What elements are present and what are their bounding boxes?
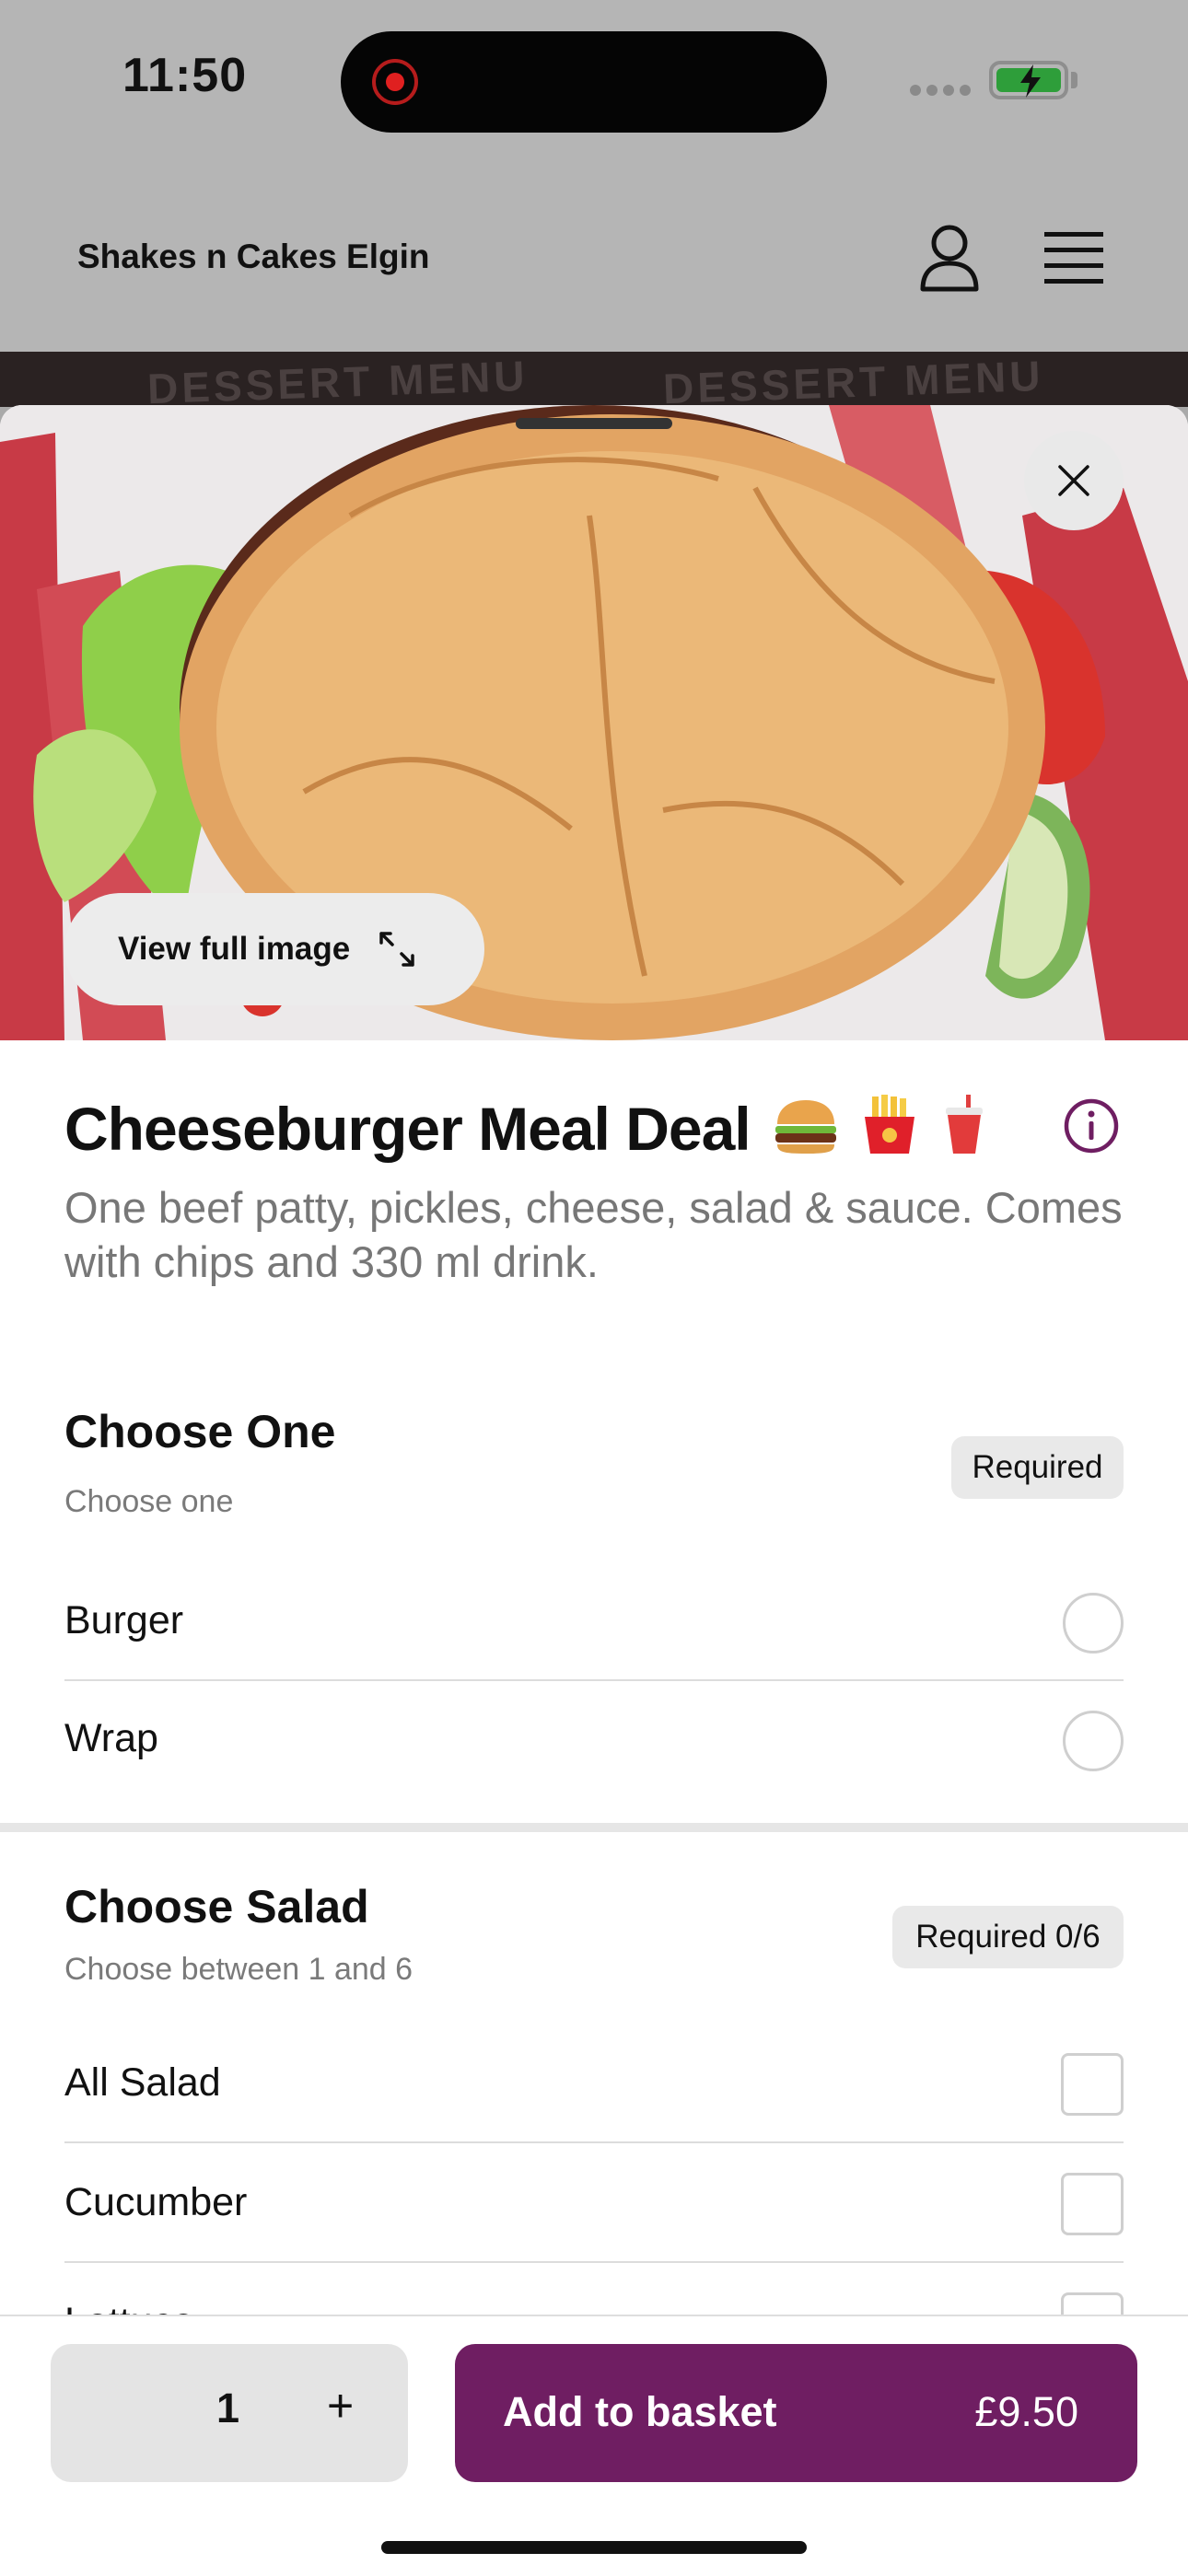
option-cucumber-row[interactable]: Cucumber — [64, 2145, 1124, 2263]
item-image[interactable]: View full image — [0, 405, 1188, 1040]
status-bar: 11:50 — [0, 0, 1188, 166]
option-label: All Salad — [64, 2060, 221, 2105]
backdrop-text: DESSERT MENU — [146, 352, 530, 407]
view-full-image-label: View full image — [118, 931, 351, 967]
sheet-grabber[interactable] — [516, 418, 672, 429]
item-description: One beef patty, pickles, cheese, salad &… — [64, 1183, 1123, 1286]
signal-icon — [910, 85, 971, 96]
option-all-salad-row[interactable]: All Salad — [64, 2025, 1124, 2143]
hamburger-menu-icon[interactable] — [1044, 230, 1103, 285]
item-title-text: Cheeseburger Meal Deal — [64, 1095, 751, 1163]
group-subtitle-choose-one: Choose one — [64, 1484, 234, 1519]
quantity-value: 1 — [216, 2385, 240, 2431]
dynamic-island — [341, 31, 827, 133]
expand-icon — [379, 932, 414, 967]
group-subtitle-choose-salad: Choose between 1 and 6 — [64, 1952, 413, 1987]
radio-button[interactable] — [1063, 1711, 1124, 1771]
burger-emoji-icon — [775, 1100, 836, 1154]
add-to-basket-bar: 1 + Add to basket £9.50 — [0, 2315, 1188, 2576]
section-divider — [0, 1823, 1188, 1832]
option-wrap-row[interactable]: Wrap — [64, 1681, 1124, 1799]
checkbox[interactable] — [1061, 2173, 1124, 2235]
radio-button[interactable] — [1063, 1593, 1124, 1654]
user-account-icon[interactable] — [917, 223, 982, 293]
battery-icon — [989, 61, 1068, 99]
checkbox[interactable] — [1061, 2053, 1124, 2116]
option-label: Cucumber — [64, 2180, 248, 2224]
price-label: £9.50 — [974, 2388, 1078, 2435]
increment-button[interactable]: + — [327, 2379, 354, 2432]
option-label: Wrap — [64, 1716, 158, 1760]
recording-indicator-icon — [372, 59, 418, 105]
item-title: Cheeseburger Meal Deal — [64, 1094, 986, 1164]
add-to-basket-label: Add to basket — [503, 2388, 777, 2435]
group-title-choose-one: Choose One — [64, 1406, 336, 1457]
drink-emoji-icon — [945, 1095, 983, 1154]
info-icon[interactable] — [1063, 1097, 1120, 1155]
group-title-choose-salad: Choose Salad — [64, 1881, 369, 1932]
backdrop-text: DESSERT MENU — [662, 352, 1045, 407]
background-menu-peek: DESSERT MENU DESSERT MENU — [0, 352, 1188, 407]
option-burger-row[interactable]: Burger — [64, 1563, 1124, 1681]
item-detail-sheet: View full image Cheeseburger Meal Deal O… — [0, 405, 1188, 2574]
site-title[interactable]: Shakes n Cakes Elgin — [77, 238, 430, 276]
status-time: 11:50 — [122, 49, 248, 102]
required-badge: Required — [951, 1436, 1124, 1499]
close-icon — [1058, 465, 1089, 496]
site-header: Shakes n Cakes Elgin — [0, 166, 1188, 352]
home-indicator[interactable] — [381, 2541, 807, 2554]
add-to-basket-button[interactable]: Add to basket £9.50 — [455, 2344, 1137, 2482]
quantity-stepper: 1 + — [51, 2344, 408, 2482]
close-button[interactable] — [1024, 431, 1124, 530]
view-full-image-button[interactable]: View full image — [64, 893, 484, 1005]
fries-emoji-icon — [865, 1095, 915, 1154]
option-label: Burger — [64, 1598, 184, 1642]
required-count-badge: Required 0/6 — [892, 1906, 1124, 1968]
